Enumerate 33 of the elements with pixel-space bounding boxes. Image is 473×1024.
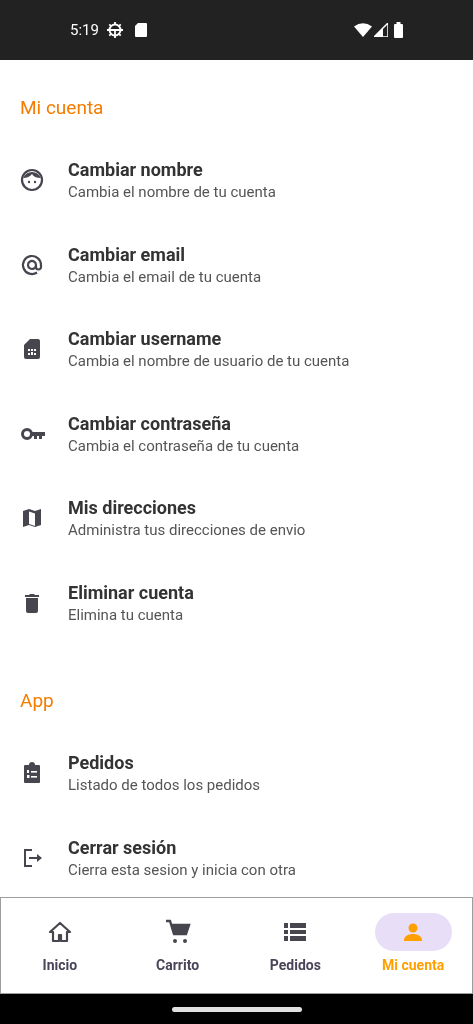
battery-icon (394, 22, 403, 38)
list-icon (283, 921, 308, 943)
wifi-icon (354, 23, 372, 37)
item-title: Cambiar username (68, 327, 223, 352)
item-title: Pedidos (68, 751, 135, 776)
section-header: Mi cuenta (20, 98, 104, 118)
item-title: Cambiar contraseña (68, 411, 232, 436)
item-subtitle: Cambia el email de tu cuenta (68, 266, 262, 287)
face-icon (20, 168, 44, 193)
item-title: Cambiar nombre (68, 158, 204, 183)
sd-card-icon (134, 23, 147, 37)
nav-tab[interactable]: Pedidos (236, 898, 355, 993)
section-header: App (20, 691, 54, 711)
status-time: 5:19 (70, 19, 99, 41)
item-subtitle: Elimina tu cuenta (68, 604, 185, 625)
nav-tab[interactable]: Carrito (118, 898, 237, 993)
at-sign-icon (20, 252, 44, 277)
home-indicator[interactable] (171, 1006, 302, 1012)
item-subtitle: Listado de todos los pedidos (68, 775, 261, 796)
nav-tab[interactable]: Inicio (1, 898, 119, 993)
item-subtitle: Cambia el nombre de tu cuenta (68, 182, 276, 203)
item-subtitle: Cierra esta sesion y inicia con otra (68, 859, 296, 880)
item-subtitle: Cambia el nombre de usuario de tu cuenta (68, 351, 350, 372)
gear-icon (106, 22, 123, 38)
item-title: Mis direcciones (68, 496, 198, 521)
item-subtitle: Administra tus direcciones de envio (68, 520, 306, 541)
item-title: Cerrar sesión (68, 835, 178, 860)
item-title: Cambiar email (68, 242, 187, 267)
signal-icon (374, 23, 388, 37)
item-subtitle: Cambia el contraseña de tu cuenta (68, 435, 300, 456)
item-title: Eliminar cuenta (68, 580, 194, 605)
shopping-cart-icon (164, 919, 191, 945)
home-icon (46, 920, 73, 944)
